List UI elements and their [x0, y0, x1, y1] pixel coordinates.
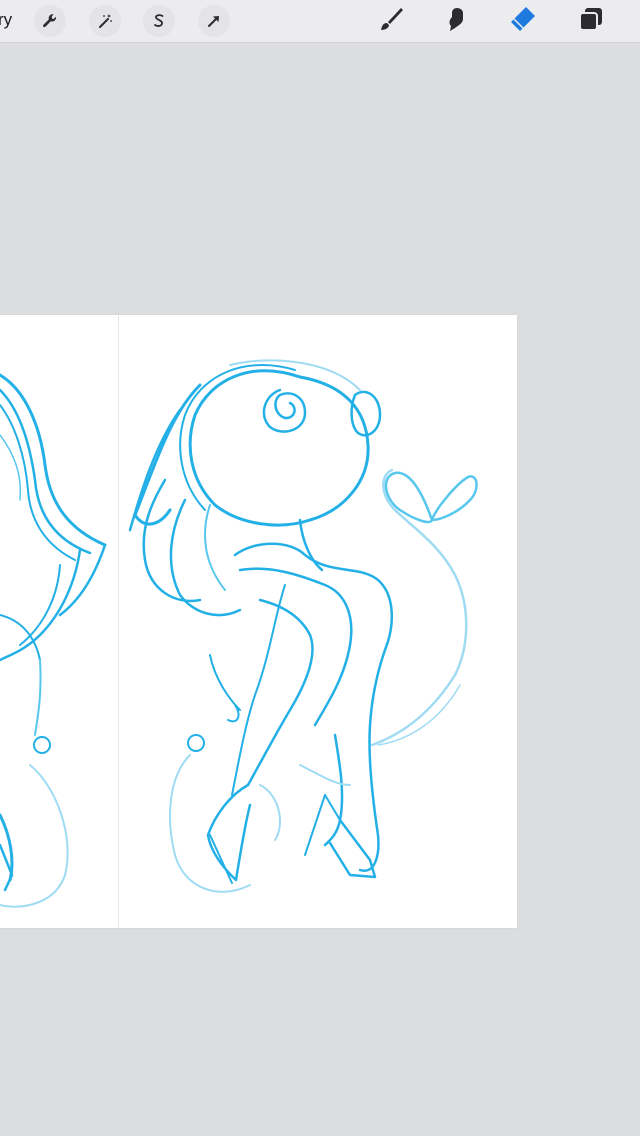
magic-wand-icon: [96, 12, 114, 30]
layers-button[interactable]: [574, 4, 608, 38]
gallery-button[interactable]: ry: [0, 10, 12, 30]
top-toolbar: ry: [0, 0, 640, 43]
right-figure-sketch: [128, 359, 478, 893]
left-figure-sketch: [0, 373, 107, 908]
smudge-icon: [443, 5, 471, 38]
brush-icon: [377, 5, 405, 38]
layers-icon: [577, 5, 605, 38]
procreate-app: ry: [0, 0, 640, 1136]
actions-button[interactable]: [34, 5, 66, 37]
sketch-drawing: [0, 359, 478, 908]
arrow-cursor-icon: [205, 12, 223, 30]
wrench-icon: [41, 12, 59, 30]
selection-button[interactable]: [143, 5, 175, 37]
brush-button[interactable]: [374, 4, 408, 38]
transform-button[interactable]: [198, 5, 230, 37]
adjustments-button[interactable]: [89, 5, 121, 37]
smudge-button[interactable]: [440, 4, 474, 38]
eraser-icon: [508, 4, 538, 39]
selection-s-icon: [150, 12, 168, 30]
eraser-button[interactable]: [506, 4, 540, 38]
